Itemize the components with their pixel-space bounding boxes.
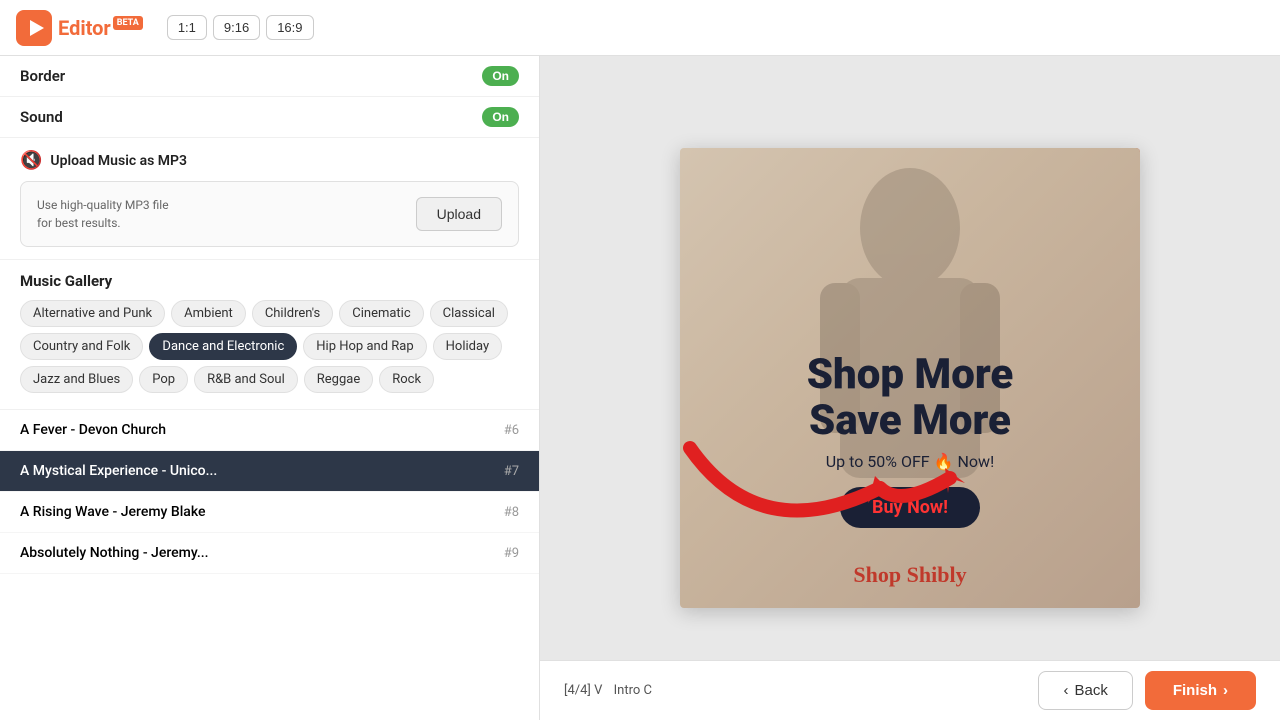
beta-badge: BETA xyxy=(113,16,143,30)
ad-cta-button[interactable]: Buy Now! xyxy=(840,487,980,528)
logo-text: Editor xyxy=(58,16,111,40)
upload-section: 🔇 Upload Music as MP3 Use high-quality M… xyxy=(0,138,539,260)
genre-tag-r&b-and-soul[interactable]: R&B and Soul xyxy=(194,366,298,393)
upload-button[interactable]: Upload xyxy=(416,197,502,231)
border-toggle[interactable]: On xyxy=(482,66,519,86)
track-item[interactable]: Absolutely Nothing - Jeremy... #9 xyxy=(0,533,539,574)
brand-logo: Shop Shibly xyxy=(853,562,966,588)
upload-title-text: Upload Music as MP3 xyxy=(50,153,187,169)
canvas-preview: Shop MoreSave More Up to 50% OFF 🔥 Now! … xyxy=(680,148,1140,608)
sound-toggle[interactable]: On xyxy=(482,107,519,127)
sound-label: Sound xyxy=(20,108,63,126)
track-list: A Fever - Devon Church #6 A Mystical Exp… xyxy=(0,409,539,720)
ad-text-overlay: Shop MoreSave More Up to 50% OFF 🔥 Now! … xyxy=(680,352,1140,528)
genre-tag-holiday[interactable]: Holiday xyxy=(433,333,502,360)
genre-tag-cinematic[interactable]: Cinematic xyxy=(339,300,423,327)
back-button[interactable]: ‹ Back xyxy=(1038,671,1132,710)
bottom-buttons: ‹ Back Finish › xyxy=(1038,671,1256,710)
track-item[interactable]: A Mystical Experience - Unico... #7 xyxy=(0,451,539,492)
chevron-left-icon: ‹ xyxy=(1063,682,1068,699)
gallery-title: Music Gallery xyxy=(20,272,519,290)
genre-tag-classical[interactable]: Classical xyxy=(430,300,508,327)
bottom-status: [4/4] V Intro C xyxy=(564,683,652,698)
upload-description: Use high-quality MP3 file for best resul… xyxy=(37,196,169,232)
music-gallery-section: Music Gallery Alternative and PunkAmbien… xyxy=(0,260,539,401)
track-number: #9 xyxy=(504,546,519,561)
track-name: Absolutely Nothing - Jeremy... xyxy=(20,545,209,561)
genre-tag-alternative-and-punk[interactable]: Alternative and Punk xyxy=(20,300,165,327)
ad-card: Shop MoreSave More Up to 50% OFF 🔥 Now! … xyxy=(680,148,1140,608)
ratio-9-16-button[interactable]: 9:16 xyxy=(213,15,260,40)
upload-title: 🔇 Upload Music as MP3 xyxy=(20,150,519,171)
track-name: A Rising Wave - Jeremy Blake xyxy=(20,504,206,520)
ad-headline: Shop MoreSave More xyxy=(680,352,1140,444)
track-item[interactable]: A Fever - Devon Church #6 xyxy=(0,410,539,451)
genre-tag-country-and-folk[interactable]: Country and Folk xyxy=(20,333,143,360)
right-panel: Shop MoreSave More Up to 50% OFF 🔥 Now! … xyxy=(540,56,1280,720)
genre-tag-hip-hop-and-rap[interactable]: Hip Hop and Rap xyxy=(303,333,426,360)
sound-section: Sound On xyxy=(0,97,539,138)
logo-icon xyxy=(16,10,52,46)
logo-area: Editor BETA xyxy=(16,10,143,46)
genre-tag-jazz-and-blues[interactable]: Jazz and Blues xyxy=(20,366,133,393)
track-item[interactable]: A Rising Wave - Jeremy Blake #8 xyxy=(0,492,539,533)
chevron-right-icon: › xyxy=(1223,682,1228,699)
ad-subtext: Up to 50% OFF 🔥 Now! xyxy=(680,452,1140,471)
ratio-buttons: 1:1 9:16 16:9 xyxy=(167,15,314,40)
upload-box: Use high-quality MP3 file for best resul… xyxy=(20,181,519,247)
left-panel: Border On Sound On 🔇 Upload Music as MP3… xyxy=(0,56,540,720)
app-header: Editor BETA 1:1 9:16 16:9 xyxy=(0,0,1280,56)
bottom-bar: [4/4] V Intro C ‹ Back Finish › xyxy=(540,660,1280,720)
sound-mute-icon: 🔇 xyxy=(20,150,42,171)
genre-tag-ambient[interactable]: Ambient xyxy=(171,300,246,327)
genre-tags-container: Alternative and PunkAmbientChildren'sCin… xyxy=(20,300,519,393)
track-name: A Fever - Devon Church xyxy=(20,422,166,438)
border-label: Border xyxy=(20,67,65,85)
genre-tag-dance-and-electronic[interactable]: Dance and Electronic xyxy=(149,333,297,360)
track-number: #8 xyxy=(504,505,519,520)
ratio-16-9-button[interactable]: 16:9 xyxy=(266,15,313,40)
border-section: Border On xyxy=(0,56,539,97)
track-number: #7 xyxy=(504,464,519,479)
track-name: A Mystical Experience - Unico... xyxy=(20,463,217,479)
genre-tag-children's[interactable]: Children's xyxy=(252,300,333,327)
genre-tag-pop[interactable]: Pop xyxy=(139,366,188,393)
finish-button[interactable]: Finish › xyxy=(1145,671,1256,710)
genre-tag-reggae[interactable]: Reggae xyxy=(304,366,373,393)
ratio-1-1-button[interactable]: 1:1 xyxy=(167,15,207,40)
track-number: #6 xyxy=(504,423,519,438)
main-layout: Border On Sound On 🔇 Upload Music as MP3… xyxy=(0,56,1280,720)
genre-tag-rock[interactable]: Rock xyxy=(379,366,434,393)
